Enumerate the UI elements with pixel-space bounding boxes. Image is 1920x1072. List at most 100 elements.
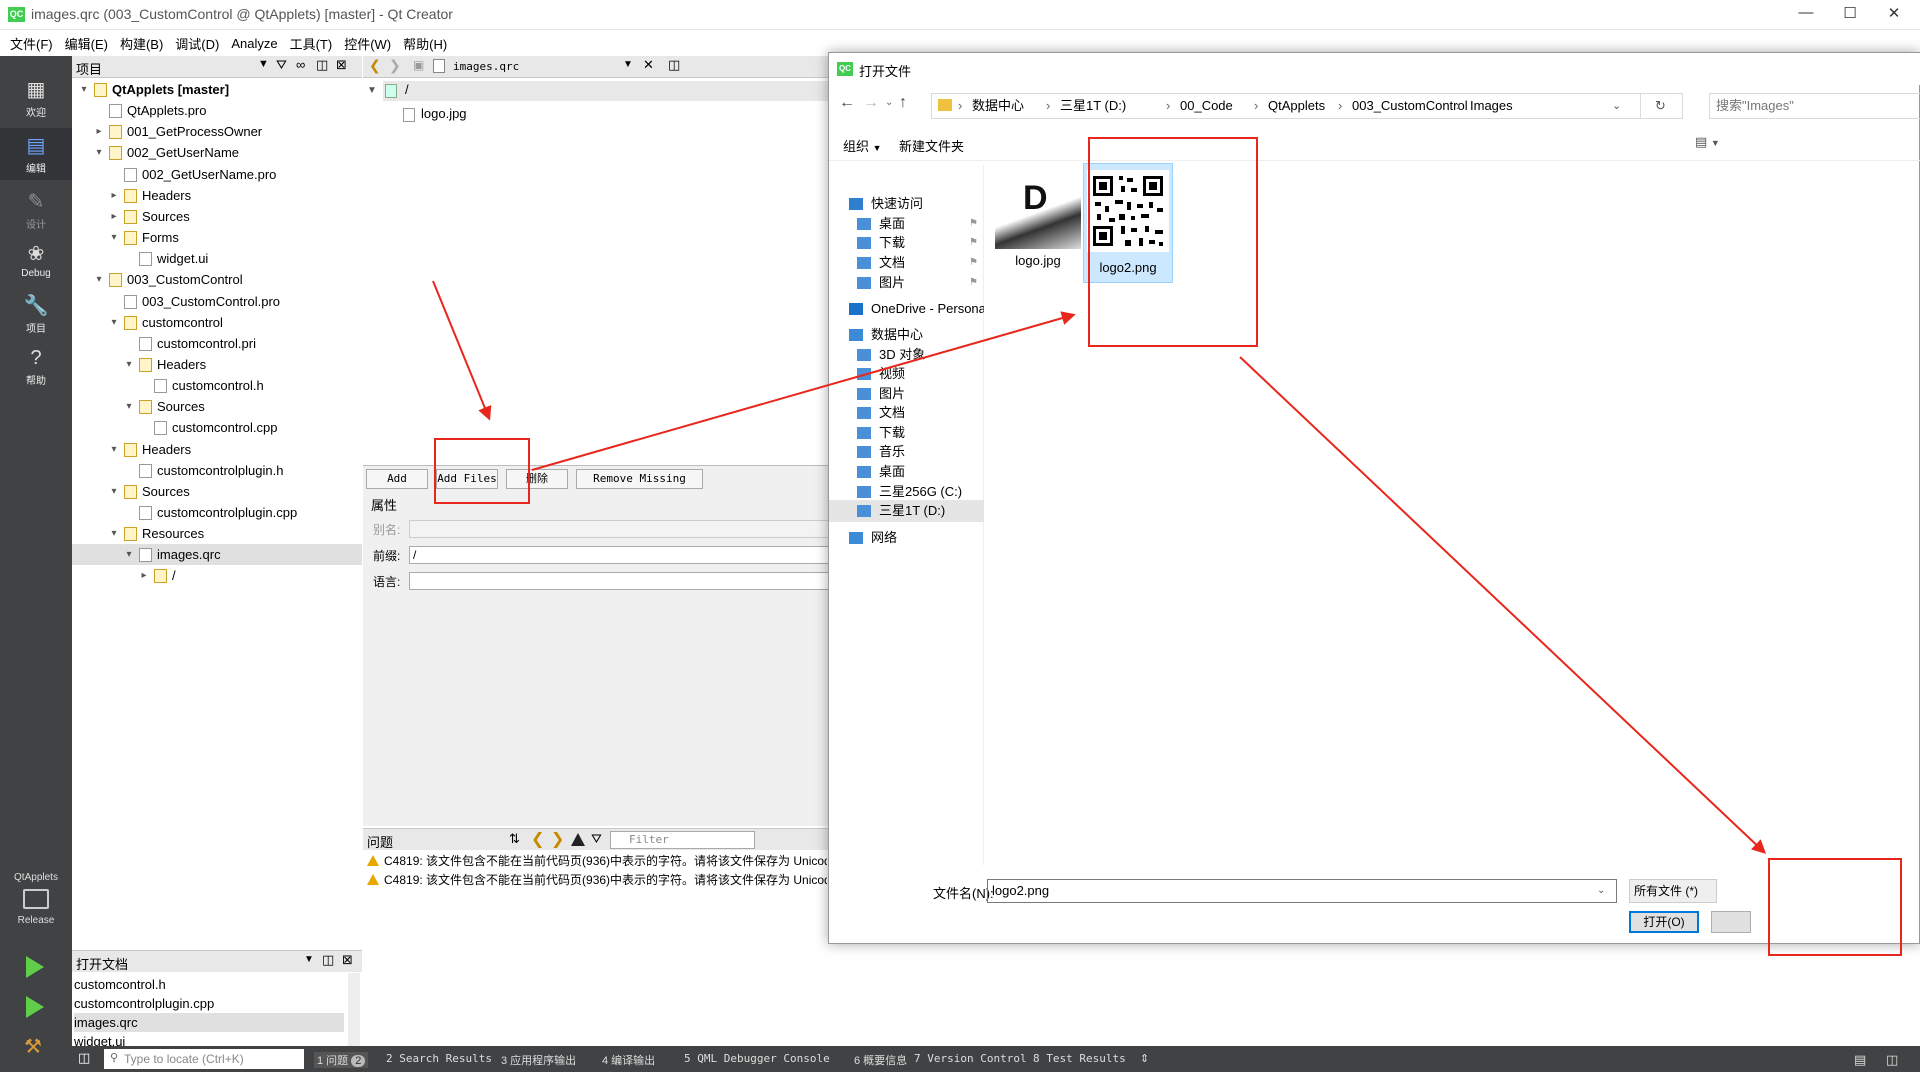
collapse-arrow-icon[interactable]: ▾ xyxy=(93,269,105,290)
menu-file[interactable]: 文件(F) xyxy=(4,34,59,53)
expand-arrow-icon[interactable]: ▸ xyxy=(108,206,120,227)
expand-arrow-icon[interactable]: ▸ xyxy=(138,565,150,586)
resource-prefix-row[interactable]: / xyxy=(383,81,833,101)
tree-item[interactable]: ▾ Headers xyxy=(72,354,362,375)
collapse-arrow-icon[interactable]: ▾ xyxy=(123,544,135,565)
tab-version-control[interactable]: 7 Version Control xyxy=(914,1052,1027,1065)
chevron-down-icon[interactable]: ▼ xyxy=(304,954,314,965)
chevron-down-icon[interactable]: ⌄ xyxy=(1597,885,1605,896)
nav-item[interactable]: 图片 ⚑ xyxy=(829,272,984,294)
recent-chevron-icon[interactable]: ⌄ xyxy=(885,97,893,108)
toggle-sidebar-icon[interactable]: ◫ xyxy=(78,1050,90,1066)
split-icon[interactable]: ◫ xyxy=(322,952,334,968)
breadcrumb-item[interactable]: 00_Code xyxy=(1180,94,1233,118)
search-input[interactable]: 搜索"Images" xyxy=(1709,93,1920,119)
forward-arrow-icon[interactable]: → xyxy=(863,94,879,112)
collapse-arrow-icon[interactable]: ▾ xyxy=(108,523,120,544)
menu-tools[interactable]: 工具(T) xyxy=(284,34,339,53)
more-tabs-icon[interactable]: ⇕ xyxy=(1140,1052,1149,1065)
maximize-icon[interactable]: ☐ xyxy=(1828,4,1872,26)
tab-compile-output[interactable]: 4 编译输出 xyxy=(602,1052,655,1068)
sort-icon[interactable]: ⇅ xyxy=(509,831,520,847)
list-item[interactable]: images.qrc xyxy=(74,1013,344,1032)
collapse-arrow-icon[interactable]: ▾ xyxy=(123,354,135,375)
nav-item[interactable]: 音乐 xyxy=(829,441,984,463)
mode-welcome[interactable]: ▦ 欢迎 xyxy=(0,72,72,124)
refresh-icon[interactable]: ↻ xyxy=(1640,94,1680,118)
mode-edit[interactable]: ▤ 编辑 xyxy=(0,128,72,180)
tree-item[interactable]: widget.ui xyxy=(72,248,362,269)
tree-item[interactable]: ▾ 002_GetUserName xyxy=(72,142,362,163)
tree-item[interactable]: ▾ Sources xyxy=(72,481,362,502)
collapse-arrow-icon[interactable]: ▾ xyxy=(78,79,90,100)
collapse-arrow-icon[interactable]: ▾ xyxy=(93,142,105,163)
nav-item[interactable]: 数据中心 xyxy=(829,324,984,346)
breadcrumb-item[interactable]: 三星1T (D:) xyxy=(1060,94,1126,118)
close-panel-icon[interactable]: ⊠ xyxy=(336,57,347,73)
tree-item[interactable]: ▾ Sources xyxy=(72,396,362,417)
tree-item[interactable]: ▸ Headers xyxy=(72,185,362,206)
collapse-arrow-icon[interactable]: ▾ xyxy=(123,396,135,417)
minimize-icon[interactable]: — xyxy=(1784,4,1828,26)
up-arrow-icon[interactable]: ↑ xyxy=(899,94,907,112)
nav-item[interactable]: OneDrive - Persona xyxy=(829,298,984,320)
tree-item[interactable]: customcontrolplugin.h xyxy=(72,460,362,481)
filter-icon[interactable]: ⛛ xyxy=(591,831,602,847)
breadcrumb-item[interactable]: QtApplets xyxy=(1268,94,1325,118)
close-tab-icon[interactable]: ✕ xyxy=(643,57,654,73)
menu-debug[interactable]: 调试(D) xyxy=(169,34,225,53)
expand-arrow-icon[interactable]: ▼ xyxy=(367,85,377,96)
nav-item[interactable]: 桌面 xyxy=(829,461,984,483)
tree-item[interactable]: customcontrolplugin.cpp xyxy=(72,502,362,523)
back-arrow-icon[interactable]: ← xyxy=(839,94,855,112)
tree-item[interactable]: ▾ customcontrol xyxy=(72,312,362,333)
tab-search-results[interactable]: 2 Search Results xyxy=(386,1052,492,1065)
cancel-button[interactable] xyxy=(1711,911,1751,933)
collapse-arrow-icon[interactable]: ▾ xyxy=(108,312,120,333)
collapse-arrow-icon[interactable]: ▾ xyxy=(108,227,120,248)
tree-item[interactable]: ▸ 001_GetProcessOwner xyxy=(72,121,362,142)
toggle-output-icon[interactable]: ▤ xyxy=(1854,1052,1866,1068)
chevron-down-icon[interactable]: ⌄ xyxy=(1612,94,1621,118)
breadcrumb-item[interactable]: 003_CustomControl xyxy=(1352,94,1468,118)
nav-item[interactable]: 文档 ⚑ xyxy=(829,252,984,274)
tree-item[interactable]: ▸ Sources xyxy=(72,206,362,227)
collapse-arrow-icon[interactable]: ▾ xyxy=(108,481,120,502)
tree-item[interactable]: customcontrol.pri xyxy=(72,333,362,354)
tree-item[interactable]: ▾ Resources xyxy=(72,523,362,544)
organize-button[interactable]: 组织 ▼ xyxy=(843,136,882,155)
issue-row[interactable]: C4819: 该文件包含不能在当前代码页(936)中表示的字符。请将该文件保存为… xyxy=(367,852,827,871)
remove-missing-files-button[interactable]: Remove Missing Files xyxy=(576,469,703,503)
file-type-filter[interactable]: 所有文件 (*) xyxy=(1629,879,1717,903)
resource-file-row[interactable]: logo.jpg xyxy=(403,105,703,125)
prev-issue-icon[interactable]: ❮ xyxy=(531,829,544,849)
tree-item[interactable]: ▾ QtApplets [master] xyxy=(72,79,362,100)
split-editor-icon[interactable]: ◫ xyxy=(668,57,680,73)
tree-item[interactable]: customcontrol.h xyxy=(72,375,362,396)
open-button[interactable]: 打开(O) xyxy=(1629,911,1699,933)
tree-item[interactable]: QtApplets.pro xyxy=(72,100,362,121)
tab-test-results[interactable]: 8 Test Results xyxy=(1033,1052,1126,1065)
collapse-arrow-icon[interactable]: ▾ xyxy=(108,439,120,460)
nav-item[interactable]: 三星1T (D:) xyxy=(829,500,984,522)
tab-general-messages[interactable]: 6 概要信息 xyxy=(854,1052,907,1068)
breadcrumb-item[interactable]: 数据中心 xyxy=(972,94,1024,118)
prefix-field[interactable]: / xyxy=(409,546,829,564)
tab-application-output[interactable]: 3 应用程序输出 xyxy=(501,1052,576,1068)
alias-field[interactable] xyxy=(409,520,829,538)
list-item[interactable]: customcontrol.h xyxy=(74,975,344,994)
nav-item[interactable]: 文档 xyxy=(829,402,984,424)
menu-analyze[interactable]: Analyze xyxy=(225,36,283,51)
add-prefix-button[interactable]: Add Prefix xyxy=(366,469,428,503)
link-icon[interactable]: ∞ xyxy=(296,57,305,72)
tree-item[interactable]: customcontrol.cpp xyxy=(72,417,362,438)
next-issue-icon[interactable]: ❯ xyxy=(551,829,564,849)
expand-arrow-icon[interactable]: ▸ xyxy=(108,185,120,206)
new-folder-button[interactable]: 新建文件夹 xyxy=(899,136,964,155)
close-panel-icon[interactable]: ⊠ xyxy=(342,952,353,968)
forward-arrow-icon[interactable]: ❯ xyxy=(389,57,401,74)
chevron-down-icon[interactable]: ▼ xyxy=(623,59,633,70)
mode-design[interactable]: ✎ 设计 xyxy=(0,184,72,236)
tree-item[interactable]: 003_CustomControl.pro xyxy=(72,291,362,312)
issues-filter-input[interactable]: Filter xyxy=(610,831,755,849)
